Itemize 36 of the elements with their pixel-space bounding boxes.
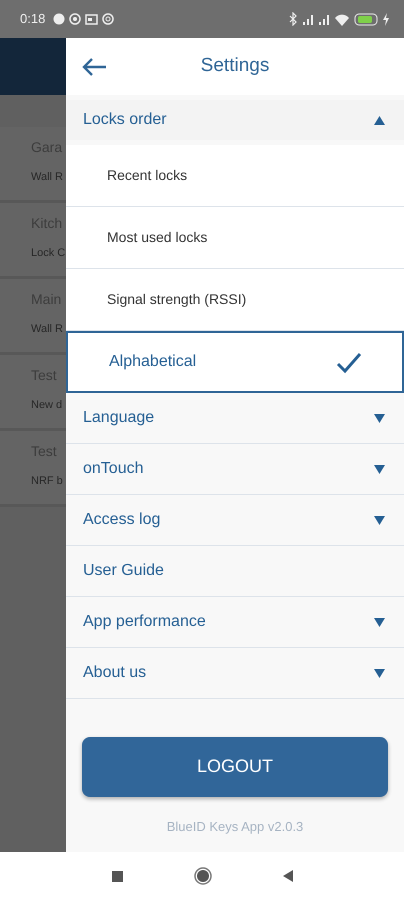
notification-icon bbox=[53, 13, 66, 25]
settings-item[interactable]: Access log bbox=[66, 495, 404, 546]
sort-option[interactable]: Most used locks bbox=[66, 207, 404, 269]
lock-description: NRF b bbox=[31, 474, 64, 489]
sort-option[interactable]: Alphabetical bbox=[66, 331, 404, 393]
settings-item[interactable]: Language bbox=[66, 393, 404, 444]
charging-icon bbox=[382, 12, 390, 26]
settings-item[interactable]: Locks order bbox=[66, 100, 404, 140]
bluetooth-icon bbox=[288, 12, 298, 26]
signal-icon bbox=[302, 13, 314, 25]
logout-button[interactable]: LOGOUT bbox=[82, 736, 388, 796]
lock-description: Lock C bbox=[31, 246, 66, 261]
notification-icon bbox=[85, 13, 98, 25]
status-time: 0:18 bbox=[20, 10, 46, 28]
signal-icon bbox=[318, 13, 330, 25]
settings-item[interactable]: User Guide bbox=[66, 546, 404, 597]
recents-icon[interactable] bbox=[110, 870, 124, 882]
notification-icon bbox=[102, 13, 114, 25]
wifi-icon bbox=[334, 12, 350, 26]
sort-option[interactable]: Recent locks bbox=[66, 145, 404, 207]
lock-description: Wall R bbox=[31, 170, 64, 185]
battery-icon bbox=[354, 12, 378, 26]
settings-item[interactable]: About us bbox=[66, 648, 404, 699]
settings-item[interactable]: App performance bbox=[66, 597, 404, 648]
settings-item[interactable]: onTouch bbox=[66, 444, 404, 495]
lock-description: New d bbox=[31, 398, 64, 413]
sort-option[interactable]: Signal strength (RSSI) bbox=[66, 269, 404, 331]
back-icon[interactable] bbox=[282, 869, 294, 883]
drawer-title: Settings bbox=[200, 54, 270, 78]
back-arrow-icon[interactable] bbox=[82, 58, 108, 76]
version-text: BlueID Keys App v2.0.3 bbox=[166, 818, 304, 836]
lock-description: Wall R bbox=[31, 322, 64, 337]
notification-icon bbox=[69, 13, 82, 25]
app-header bbox=[0, 38, 66, 95]
home-icon[interactable] bbox=[194, 867, 212, 885]
checkmark-icon bbox=[336, 350, 362, 374]
